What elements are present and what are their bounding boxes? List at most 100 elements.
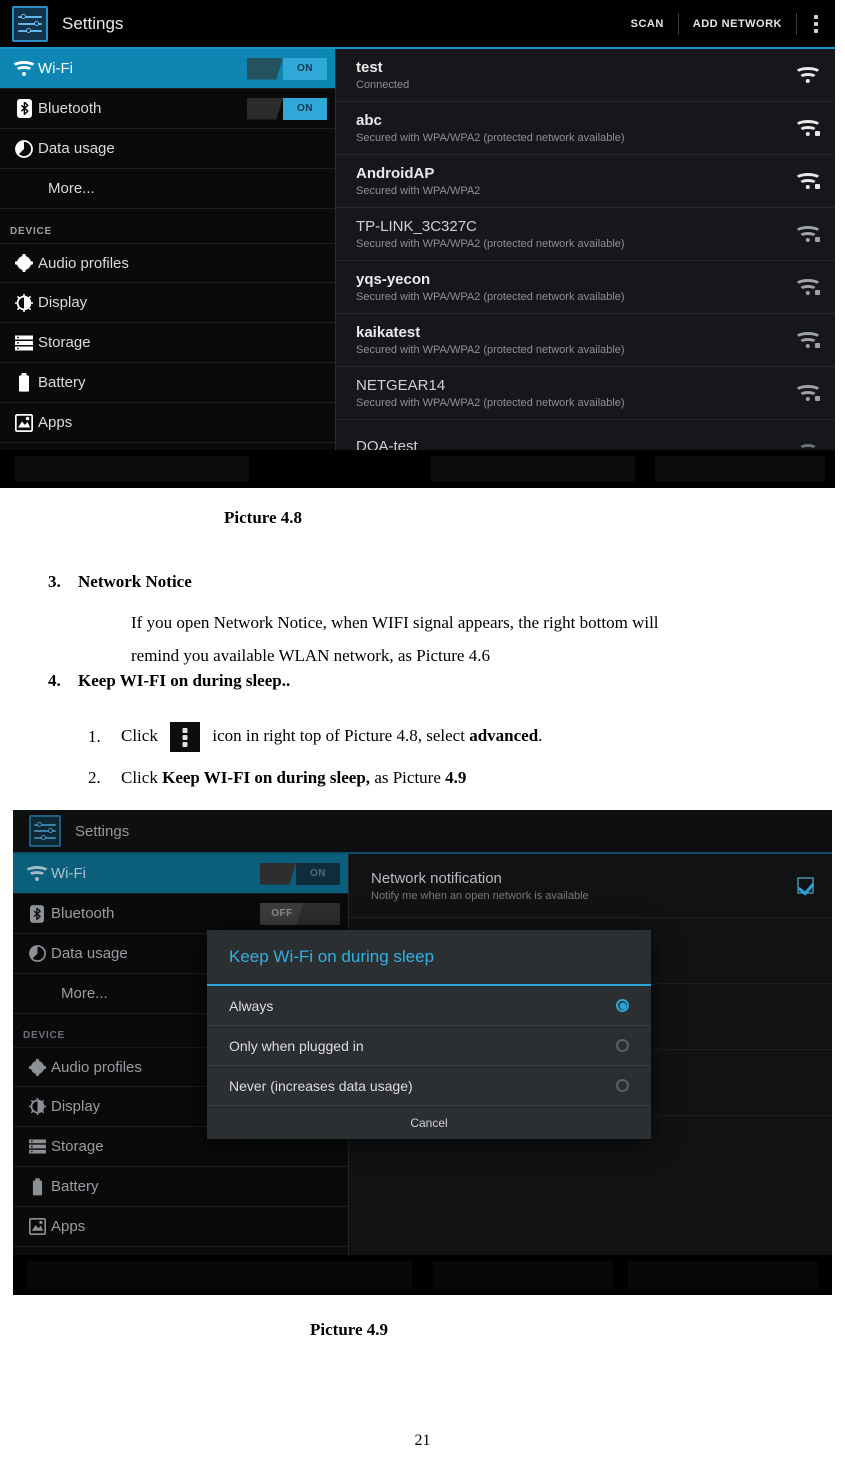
- sidebar-item-label: Audio profiles: [38, 254, 129, 272]
- radio-button[interactable]: [616, 1039, 629, 1052]
- sidebar-item-label: Storage: [51, 1138, 104, 1155]
- network-row[interactable]: DOA-test: [336, 420, 835, 450]
- sidebar-item-storage[interactable]: Storage: [0, 323, 335, 363]
- network-text: kaikatest Secured with WPA/WPA2 (protect…: [356, 323, 797, 358]
- lock-indicator: [815, 396, 820, 401]
- dialog-cancel-button[interactable]: Cancel: [207, 1106, 651, 1139]
- wifi-signal-secured-icon: [794, 332, 822, 349]
- wifi-icon: [10, 61, 38, 76]
- sub-list-number: 2.: [88, 768, 101, 787]
- action-bar: Settings: [13, 810, 832, 854]
- sidebar-item-label: Apps: [51, 1218, 86, 1235]
- dialog-option-label: Never (increases data usage): [229, 1077, 413, 1094]
- apps-glyph: [28, 1218, 46, 1235]
- sidebar-item-label: Bluetooth: [38, 100, 102, 117]
- wifi-toggle[interactable]: ON: [247, 57, 327, 80]
- network-name: kaikatest: [356, 323, 421, 341]
- nav-clock-area[interactable]: [655, 456, 825, 482]
- sidebar-item-data-usage[interactable]: Data usage: [0, 129, 335, 169]
- sidebar-item-wifi[interactable]: Wi-Fi ON: [13, 854, 348, 894]
- sidebar-item-label: Data usage: [38, 140, 115, 157]
- wifi-toggle[interactable]: ON: [260, 862, 340, 885]
- text-bold-advanced: advanced: [469, 725, 539, 745]
- network-name: AndroidAP: [356, 164, 435, 182]
- network-row[interactable]: AndroidAP Secured with WPA/WPA2: [336, 155, 835, 208]
- overflow-menu-icon: [170, 722, 201, 752]
- network-name: test: [356, 58, 383, 76]
- sidebar-item-label: Battery: [51, 1178, 99, 1195]
- sidebar-item-apps[interactable]: Apps: [0, 403, 335, 443]
- sidebar-item-wifi[interactable]: Wi-Fi ON: [0, 49, 335, 89]
- sidebar-item-label: Display: [38, 294, 88, 311]
- sidebar-item-display[interactable]: Display: [0, 283, 335, 323]
- network-text: abc Secured with WPA/WPA2 (protected net…: [356, 111, 797, 146]
- network-row[interactable]: abc Secured with WPA/WPA2 (protected net…: [336, 102, 835, 155]
- text-after-icon: icon in right top of Picture 4.8, select: [212, 725, 465, 745]
- sidebar-item-battery[interactable]: Battery: [13, 1167, 348, 1207]
- list-number: 3.: [48, 572, 61, 591]
- apps-icon: [23, 1218, 51, 1235]
- bluetooth-icon: [10, 99, 38, 118]
- nav-status-area[interactable]: [430, 456, 635, 482]
- text-before: Click: [121, 768, 158, 787]
- lock-indicator: [815, 343, 820, 348]
- sidebar-item-bluetooth[interactable]: Bluetooth ON: [0, 89, 335, 129]
- network-notification-row[interactable]: Network notification Notify me when an o…: [349, 854, 832, 918]
- network-row[interactable]: yqs-yecon Secured with WPA/WPA2 (protect…: [336, 261, 835, 314]
- network-text: DOA-test: [356, 437, 797, 451]
- dialog-option-never[interactable]: Never (increases data usage): [207, 1066, 651, 1106]
- nav-recents-area[interactable]: [27, 1261, 412, 1289]
- add-network-button[interactable]: ADD NETWORK: [679, 0, 796, 47]
- network-name: yqs-yecon: [356, 270, 431, 288]
- settings-sliders-icon: [12, 5, 48, 42]
- dialog-option-label: Always: [229, 997, 274, 1014]
- paragraph-line-2: remind you available WLAN network, as Pi…: [131, 646, 490, 665]
- navigation-bar[interactable]: [0, 450, 835, 488]
- nav-status-area[interactable]: [433, 1261, 613, 1289]
- network-name: TP-LINK_3C327C: [356, 217, 477, 235]
- sub-list-item-2: 2. Click Keep WI-FI on during sleep, as …: [88, 768, 466, 788]
- list-heading: Keep WI-FI on during sleep..: [78, 671, 291, 690]
- network-notification-checkbox[interactable]: [797, 877, 814, 894]
- bluetooth-toggle[interactable]: ON: [247, 97, 327, 120]
- sidebar-item-audio-profiles[interactable]: Audio profiles: [0, 243, 335, 283]
- network-row[interactable]: kaikatest Secured with WPA/WPA2 (protect…: [336, 314, 835, 367]
- dialog-option-only-when-plugged-in[interactable]: Only when plugged in: [207, 1026, 651, 1066]
- sidebar-item-bluetooth[interactable]: Bluetooth OFF: [13, 894, 348, 934]
- audio-profiles-icon: [10, 254, 38, 272]
- wifi-network-list[interactable]: test Connected abc Secured with WPA/WPA2…: [335, 49, 835, 450]
- dialog-option-always[interactable]: Always .dlg-opt .radio.on::after{width:7…: [207, 986, 651, 1026]
- sidebar-item-battery[interactable]: Battery: [0, 363, 335, 403]
- navigation-bar[interactable]: [13, 1255, 832, 1295]
- sidebar-item-apps[interactable]: Apps: [13, 1207, 348, 1247]
- network-row[interactable]: TP-LINK_3C327C Secured with WPA/WPA2 (pr…: [336, 208, 835, 261]
- radio-button[interactable]: [616, 1079, 629, 1092]
- sidebar-item-label: Apps: [38, 414, 73, 431]
- nav-clock-area[interactable]: [628, 1261, 818, 1289]
- sidebar-item-label: More...: [48, 180, 95, 197]
- paragraph-line-1: If you open Network Notice, when WIFI si…: [131, 613, 659, 632]
- battery-glyph: [19, 373, 29, 392]
- scan-button[interactable]: SCAN: [617, 0, 678, 47]
- network-row[interactable]: test Connected: [336, 49, 835, 102]
- sidebar-item-more[interactable]: More...: [0, 169, 335, 209]
- overflow-menu-icon[interactable]: [797, 0, 835, 47]
- text-before-icon: Click: [121, 725, 158, 745]
- network-status: Connected: [356, 78, 410, 91]
- storage-icon: [23, 1139, 51, 1154]
- network-text: TP-LINK_3C327C Secured with WPA/WPA2 (pr…: [356, 217, 797, 252]
- bluetooth-toggle[interactable]: OFF: [260, 902, 340, 925]
- audio-profiles-icon: [23, 1058, 51, 1076]
- network-row[interactable]: NETGEAR14 Secured with WPA/WPA2 (protect…: [336, 367, 835, 420]
- data-usage-icon: [10, 139, 38, 158]
- radio-button[interactable]: .dlg-opt .radio.on::after{width:7px;heig…: [616, 999, 629, 1012]
- text-period: .: [538, 725, 543, 745]
- storage-icon: [10, 335, 38, 351]
- app-title: Settings: [75, 822, 130, 840]
- lock-indicator: [815, 237, 820, 242]
- nav-recents-area[interactable]: [14, 456, 249, 482]
- sidebar-section-device: DEVICE: [10, 226, 53, 237]
- list-heading: Network Notice: [78, 572, 192, 591]
- app-title: Settings: [62, 13, 124, 33]
- sidebar-item-label: Wi-Fi: [38, 60, 73, 77]
